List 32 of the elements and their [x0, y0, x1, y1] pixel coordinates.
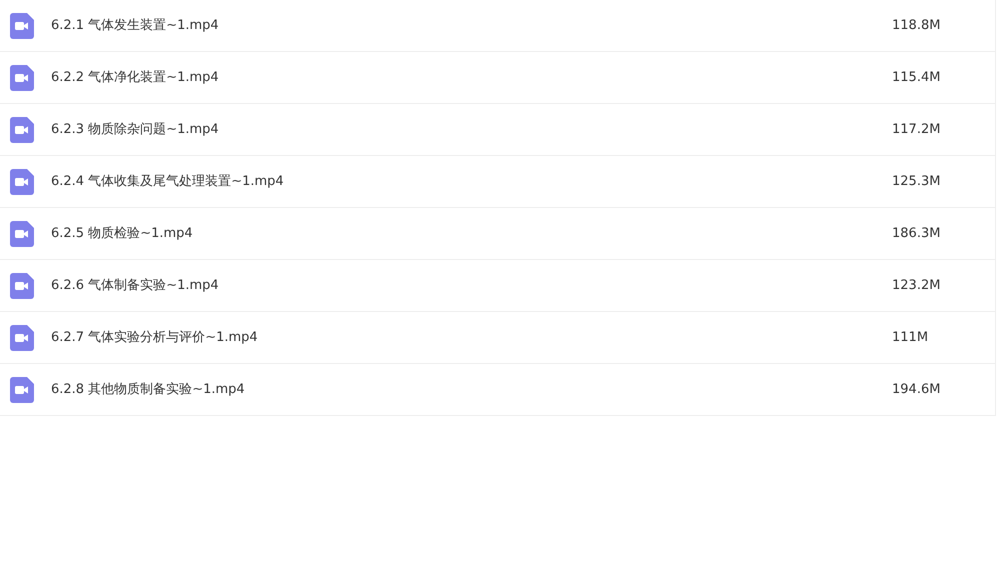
file-row[interactable]: 6.2.7 气体实验分析与评价~1.mp4 111M	[0, 312, 995, 364]
file-name: 6.2.8 其他物质制备实验~1.mp4	[51, 380, 245, 399]
file-row[interactable]: 6.2.3 物质除杂问题~1.mp4 117.2M	[0, 104, 995, 156]
file-size: 118.8M	[892, 16, 942, 35]
file-row[interactable]: 6.2.4 气体收集及尾气处理装置~1.mp4 125.3M	[0, 156, 995, 208]
video-file-icon	[10, 168, 34, 194]
video-file-icon	[10, 64, 34, 90]
video-file-icon	[10, 220, 34, 246]
file-name: 6.2.4 气体收集及尾气处理装置~1.mp4	[51, 172, 284, 191]
file-size: 115.4M	[892, 68, 942, 87]
video-file-icon	[10, 324, 34, 350]
file-size: 186.3M	[892, 224, 942, 243]
video-file-icon	[10, 116, 34, 142]
video-file-icon	[10, 272, 34, 298]
file-size: 125.3M	[892, 172, 942, 191]
file-name: 6.2.6 气体制备实验~1.mp4	[51, 276, 219, 295]
file-size: 123.2M	[892, 276, 942, 295]
file-row[interactable]: 6.2.2 气体净化装置~1.mp4 115.4M	[0, 52, 995, 104]
file-size: 117.2M	[892, 120, 942, 139]
file-row[interactable]: 6.2.1 气体发生装置~1.mp4 118.8M	[0, 0, 995, 52]
file-name: 6.2.3 物质除杂问题~1.mp4	[51, 120, 219, 139]
file-row[interactable]: 6.2.5 物质检验~1.mp4 186.3M	[0, 208, 995, 260]
file-name: 6.2.7 气体实验分析与评价~1.mp4	[51, 328, 258, 347]
file-size: 111M	[892, 328, 930, 347]
video-file-icon	[10, 12, 34, 38]
file-name: 6.2.1 气体发生装置~1.mp4	[51, 16, 219, 35]
file-size: 194.6M	[892, 380, 942, 399]
file-row[interactable]: 6.2.6 气体制备实验~1.mp4 123.2M	[0, 260, 995, 312]
file-row[interactable]: 6.2.8 其他物质制备实验~1.mp4 194.6M	[0, 364, 995, 416]
video-file-icon	[10, 376, 34, 402]
file-name: 6.2.5 物质检验~1.mp4	[51, 224, 193, 243]
file-name: 6.2.2 气体净化装置~1.mp4	[51, 68, 219, 87]
